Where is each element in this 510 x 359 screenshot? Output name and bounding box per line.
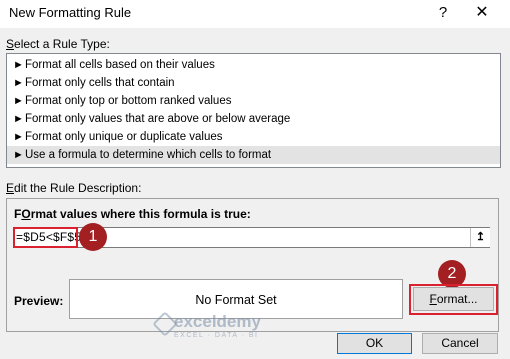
watermark-name: exceldemy [174, 312, 261, 331]
close-button[interactable]: ✕ [471, 2, 493, 24]
ok-button[interactable]: OK [337, 333, 412, 354]
watermark-tagline: EXCEL · DATA · BI [174, 332, 259, 339]
rule-description-label-accel: E [6, 181, 15, 195]
preview-text: No Format Set [195, 293, 277, 307]
rule-type-label: Select a Rule Type: [6, 37, 110, 51]
arrow-icon: ► [13, 131, 24, 143]
rule-type-item-label: Format only unique or duplicate values [25, 131, 223, 143]
watermark: exceldemy EXCEL · DATA · BI [174, 312, 261, 339]
rule-type-label-accel: S [6, 37, 15, 51]
formula-label-accel: O [21, 207, 31, 221]
rule-type-item-label: Format only cells that contain [25, 77, 175, 89]
arrow-icon: ► [13, 59, 24, 71]
preview-label: Preview: [14, 294, 64, 308]
window-title: New Formatting Rule [9, 5, 132, 20]
rule-type-item[interactable]: ►Format only values that are above or be… [7, 110, 500, 128]
arrow-icon: ► [13, 113, 24, 125]
collapse-dialog-icon[interactable]: ↥ [470, 228, 490, 247]
rule-type-item-label: Format all cells based on their values [25, 59, 215, 71]
cancel-button[interactable]: Cancel [422, 333, 498, 354]
rule-type-item-label: Format only top or bottom ranked values [25, 95, 232, 107]
rule-type-item[interactable]: ►Format only unique or duplicate values [7, 128, 500, 146]
step-badge-1: 1 [79, 223, 107, 251]
format-highlight-box [409, 284, 498, 315]
formula-label-text: rmat values where this formula is true: [30, 207, 251, 221]
arrow-icon: ► [13, 77, 24, 89]
arrow-icon: ► [13, 149, 24, 161]
rule-type-list[interactable]: ►Format all cells based on their values … [6, 53, 501, 168]
rule-type-item[interactable]: ►Format only cells that contain [7, 74, 500, 92]
rule-type-item-selected[interactable]: ►Use a formula to determine which cells … [7, 146, 500, 164]
formula-label: FOrmat values where this formula is true… [14, 207, 251, 221]
rule-type-item[interactable]: ►Format only top or bottom ranked values [7, 92, 500, 110]
rule-description-label-text: dit the Rule Description: [14, 181, 142, 195]
arrow-icon: ► [13, 95, 24, 107]
help-button[interactable]: ? [433, 2, 453, 24]
rule-type-label-text: elect a Rule Type: [14, 37, 110, 51]
rule-type-item-label: Format only values that are above or bel… [25, 113, 291, 125]
rule-type-item[interactable]: ►Format all cells based on their values [7, 56, 500, 74]
formula-highlight-box [13, 227, 78, 248]
rule-type-item-label: Use a formula to determine which cells t… [25, 149, 272, 161]
rule-description-label: Edit the Rule Description: [6, 181, 141, 195]
